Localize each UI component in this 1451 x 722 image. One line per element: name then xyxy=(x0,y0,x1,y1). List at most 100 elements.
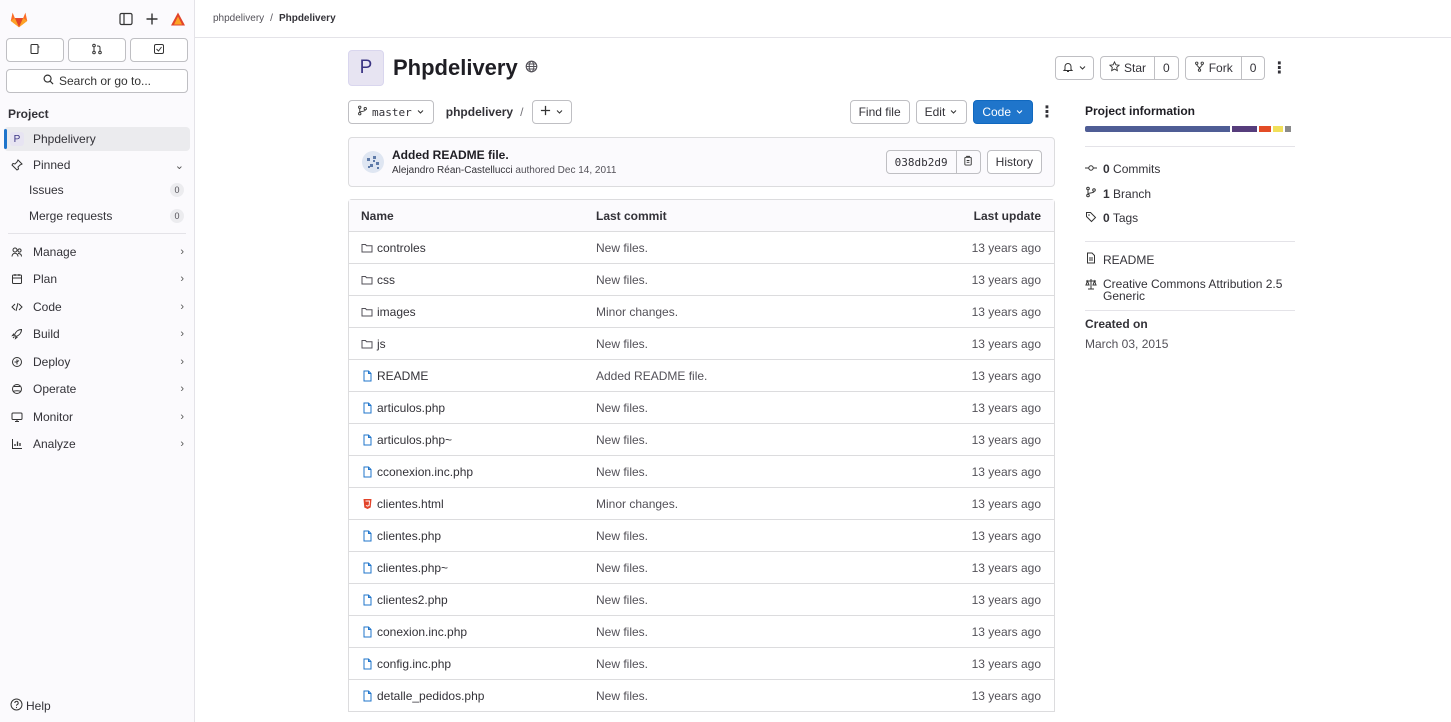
last-commit-cell[interactable]: Minor changes. xyxy=(596,305,924,319)
sidebar-item-operate[interactable]: Operate › xyxy=(4,376,190,404)
last-commit-cell[interactable]: New files. xyxy=(596,561,924,575)
file-name[interactable]: detalle_pedidos.php xyxy=(377,689,484,703)
table-row[interactable]: config.inc.php New files. 13 years ago xyxy=(349,648,1054,680)
notification-dropdown[interactable] xyxy=(1055,56,1094,80)
commit-sha[interactable]: 038db2d9 xyxy=(887,151,957,173)
fork-count[interactable]: 0 xyxy=(1242,57,1265,79)
file-name[interactable]: clientes.php~ xyxy=(377,561,448,575)
sidebar-item-pinned[interactable]: Pinned ⌄ xyxy=(4,153,190,177)
file-name[interactable]: config.inc.php xyxy=(377,657,451,671)
file-name-cell[interactable]: clientes.php~ xyxy=(349,561,596,575)
file-name[interactable]: clientes.php xyxy=(377,529,441,543)
todos-shortcut-button[interactable] xyxy=(130,38,188,62)
table-row[interactable]: articulos.php New files. 13 years ago xyxy=(349,392,1054,424)
help-link[interactable]: Help xyxy=(10,698,51,714)
file-name[interactable]: images xyxy=(377,305,416,319)
table-row[interactable]: clientes.php~ New files. 13 years ago xyxy=(349,552,1054,584)
table-row[interactable]: js New files. 13 years ago xyxy=(349,328,1054,360)
file-name-cell[interactable]: js xyxy=(349,337,596,351)
table-row[interactable]: clientes.html Minor changes. 13 years ago xyxy=(349,488,1054,520)
file-name-cell[interactable]: css xyxy=(349,273,596,287)
sidebar-item-project[interactable]: P Phpdelivery xyxy=(4,127,190,151)
file-name[interactable]: cconexion.inc.php xyxy=(377,465,473,479)
last-commit-cell[interactable]: New files. xyxy=(596,465,924,479)
last-commit-cell[interactable]: New files. xyxy=(596,241,924,255)
last-commit-cell[interactable]: New files. xyxy=(596,689,924,703)
table-row[interactable]: clientes.php New files. 13 years ago xyxy=(349,520,1054,552)
file-name[interactable]: conexion.inc.php xyxy=(377,625,467,639)
merge-requests-shortcut-button[interactable] xyxy=(68,38,126,62)
author-avatar[interactable] xyxy=(361,150,385,174)
history-button[interactable]: History xyxy=(986,150,1042,174)
file-name-cell[interactable]: articulos.php~ xyxy=(349,433,596,447)
file-name-cell[interactable]: detalle_pedidos.php xyxy=(349,689,596,703)
last-commit-cell[interactable]: New files. xyxy=(596,593,924,607)
breadcrumb-parent-link[interactable]: phpdelivery xyxy=(213,13,264,24)
file-name[interactable]: clientes.html xyxy=(377,497,444,511)
last-commit-cell[interactable]: Minor changes. xyxy=(596,497,924,511)
last-commit-cell[interactable]: New files. xyxy=(596,273,924,287)
add-to-tree-dropdown[interactable] xyxy=(532,100,573,124)
commit-author[interactable]: Alejandro Réan-Castellucci xyxy=(392,165,513,176)
file-name-cell[interactable]: cconexion.inc.php xyxy=(349,465,596,479)
star-count[interactable]: 0 xyxy=(1155,57,1178,79)
file-name[interactable]: articulos.php~ xyxy=(377,433,452,447)
pinned-item-issues[interactable]: Issues 0 xyxy=(28,177,190,203)
edit-dropdown[interactable]: Edit xyxy=(915,100,968,124)
file-name-cell[interactable]: images xyxy=(349,305,596,319)
file-name-cell[interactable]: controles xyxy=(349,241,596,255)
table-row[interactable]: articulos.php~ New files. 13 years ago xyxy=(349,424,1054,456)
table-row[interactable]: css New files. 13 years ago xyxy=(349,264,1054,296)
file-name[interactable]: articulos.php xyxy=(377,401,445,415)
branch-selector[interactable]: master xyxy=(348,100,434,124)
sidebar-item-build[interactable]: Build › xyxy=(4,321,190,349)
table-row[interactable]: conexion.inc.php New files. 13 years ago xyxy=(349,616,1054,648)
file-name-cell[interactable]: clientes.php xyxy=(349,529,596,543)
sidebar-item-code[interactable]: Code › xyxy=(4,293,190,321)
file-name[interactable]: clientes2.php xyxy=(377,593,448,607)
last-commit-cell[interactable]: New files. xyxy=(596,657,924,671)
last-commit-cell[interactable]: Added README file. xyxy=(596,369,924,383)
search-button[interactable]: Search or go to... xyxy=(6,69,188,93)
commit-message[interactable]: Added README file. xyxy=(392,148,616,162)
sidebar-item-manage[interactable]: Manage › xyxy=(4,238,190,266)
table-row[interactable]: images Minor changes. 13 years ago xyxy=(349,296,1054,328)
last-commit-cell[interactable]: New files. xyxy=(596,529,924,543)
gitlab-logo-icon[interactable] xyxy=(8,8,30,30)
table-row[interactable]: controles New files. 13 years ago xyxy=(349,232,1054,264)
sidebar-item-analyze[interactable]: Analyze › xyxy=(4,431,190,459)
sidebar-item-deploy[interactable]: Deploy › xyxy=(4,348,190,376)
user-avatar[interactable] xyxy=(170,11,186,27)
table-row[interactable]: detalle_pedidos.php New files. 13 years ag… xyxy=(349,680,1054,712)
issues-shortcut-button[interactable] xyxy=(6,38,64,62)
file-name[interactable]: js xyxy=(377,337,386,351)
last-commit-cell[interactable]: New files. xyxy=(596,401,924,415)
star-button[interactable]: Star xyxy=(1101,57,1156,79)
file-name[interactable]: controles xyxy=(377,241,426,255)
branches-link[interactable]: 1 Branch xyxy=(1085,182,1295,207)
file-name-cell[interactable]: clientes.html xyxy=(349,497,596,511)
repo-path[interactable]: phpdelivery / xyxy=(446,105,524,119)
table-row[interactable]: README Added README file. 13 years ago xyxy=(349,360,1054,392)
file-name-cell[interactable]: articulos.php xyxy=(349,401,596,415)
file-name-cell[interactable]: clientes2.php xyxy=(349,593,596,607)
tags-link[interactable]: 0 Tags xyxy=(1085,206,1295,231)
file-name[interactable]: css xyxy=(377,273,395,287)
table-row[interactable]: clientes2.php New files. 13 years ago xyxy=(349,584,1054,616)
table-row[interactable]: cconexion.inc.php New files. 13 years ago xyxy=(349,456,1054,488)
plus-icon[interactable] xyxy=(144,11,160,27)
toggle-sidebar-icon[interactable] xyxy=(118,11,134,27)
code-dropdown[interactable]: Code xyxy=(973,100,1033,124)
file-name[interactable]: README xyxy=(377,369,428,383)
find-file-button[interactable]: Find file xyxy=(849,100,910,124)
file-name-cell[interactable]: config.inc.php xyxy=(349,657,596,671)
last-commit-cell[interactable]: New files. xyxy=(596,625,924,639)
pinned-item-merge-requests[interactable]: Merge requests 0 xyxy=(28,203,190,229)
commits-link[interactable]: 0 Commits xyxy=(1085,157,1295,182)
file-name-cell[interactable]: README xyxy=(349,369,596,383)
more-actions-icon[interactable]: ⋮ xyxy=(1271,56,1287,80)
more-actions-icon[interactable]: ⋮ xyxy=(1039,100,1055,124)
license-link[interactable]: Creative Commons Attribution 2.5 Generic xyxy=(1085,278,1295,302)
breadcrumb-current[interactable]: Phpdelivery xyxy=(279,13,336,24)
file-name-cell[interactable]: conexion.inc.php xyxy=(349,625,596,639)
